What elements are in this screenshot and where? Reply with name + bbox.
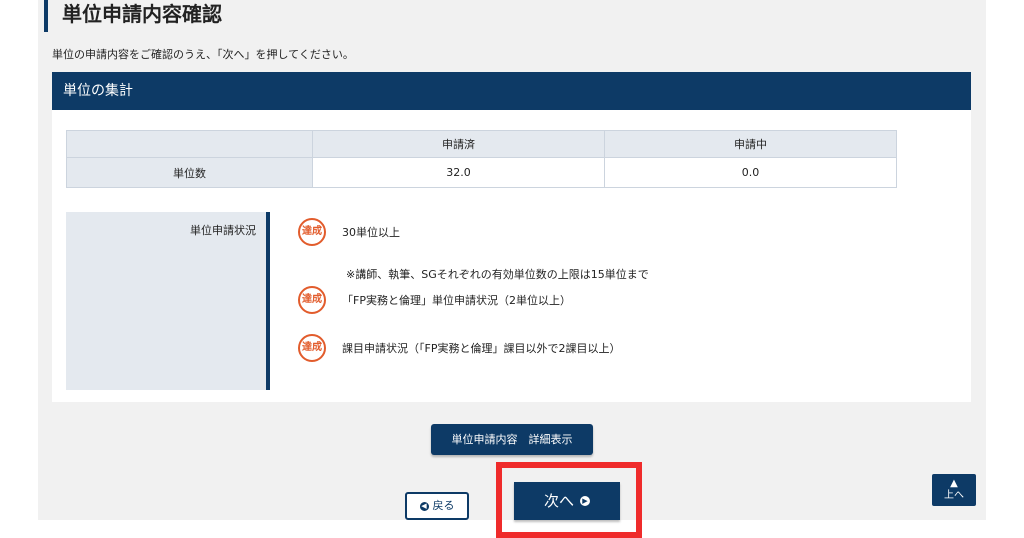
- column-header: 申請済: [312, 130, 606, 158]
- chevron-right-circle-icon: ▶: [580, 496, 590, 506]
- page-title-bar: 単位申請内容確認: [44, 0, 222, 32]
- status-item: 達成 30単位以上 ※講師、執筆、SGそれぞれの有効単位数の上限は15単位まで: [298, 218, 649, 281]
- status-item: 達成 「FP実務と倫理」単位申請状況（2単位以上）: [298, 286, 571, 314]
- summary-card: 単位の集計 申請済 申請中 単位数 32.0 0.0 単位申請状況 達成 30単…: [52, 72, 971, 402]
- summary-table: 申請済 申請中 単位数 32.0 0.0: [65, 130, 897, 188]
- status-label-box: 単位申請状況: [66, 212, 270, 390]
- triangle-up-icon: ▲: [950, 478, 958, 489]
- pending-value: 0.0: [604, 157, 897, 188]
- back-button[interactable]: ◀ 戻る: [405, 492, 469, 520]
- status-note: ※講師、執筆、SGそれぞれの有効単位数の上限は15単位まで: [346, 268, 649, 281]
- page-title: 単位申請内容確認: [62, 2, 222, 26]
- summary-header: 単位の集計: [52, 72, 971, 110]
- status-item: 達成 課目申請状況（「FP実務と倫理」課目以外で2課目以上）: [298, 334, 620, 362]
- column-header: 申請中: [604, 130, 897, 158]
- scroll-top-label: 上へ: [944, 490, 964, 501]
- column-header: [65, 130, 314, 158]
- row-label: 単位数: [65, 157, 314, 188]
- detail-view-button[interactable]: 単位申請内容 詳細表示: [431, 424, 593, 455]
- achieved-stamp-icon: 達成: [298, 286, 326, 314]
- status-text: 30単位以上: [342, 226, 400, 239]
- chevron-left-circle-icon: ◀: [419, 501, 429, 511]
- next-button-label: 次へ: [543, 492, 574, 510]
- back-button-label: 戻る: [432, 499, 455, 512]
- status-text: 「FP実務と倫理」単位申請状況（2単位以上）: [342, 294, 571, 307]
- applied-value: 32.0: [312, 157, 606, 188]
- next-button[interactable]: 次へ ▶: [514, 482, 620, 520]
- page-intro: 単位の申請内容をご確認のうえ、「次へ」を押してください。: [52, 48, 354, 61]
- status-text: 課目申請状況（「FP実務と倫理」課目以外で2課目以上）: [342, 342, 621, 355]
- achieved-stamp-icon: 達成: [298, 218, 326, 246]
- achieved-stamp-icon: 達成: [298, 334, 326, 362]
- status-label: 単位申請状況: [190, 224, 256, 237]
- table-header-row: 申請済 申請中: [65, 130, 897, 158]
- scroll-top-button[interactable]: ▲ 上へ: [932, 474, 976, 506]
- table-row: 単位数 32.0 0.0: [65, 157, 897, 188]
